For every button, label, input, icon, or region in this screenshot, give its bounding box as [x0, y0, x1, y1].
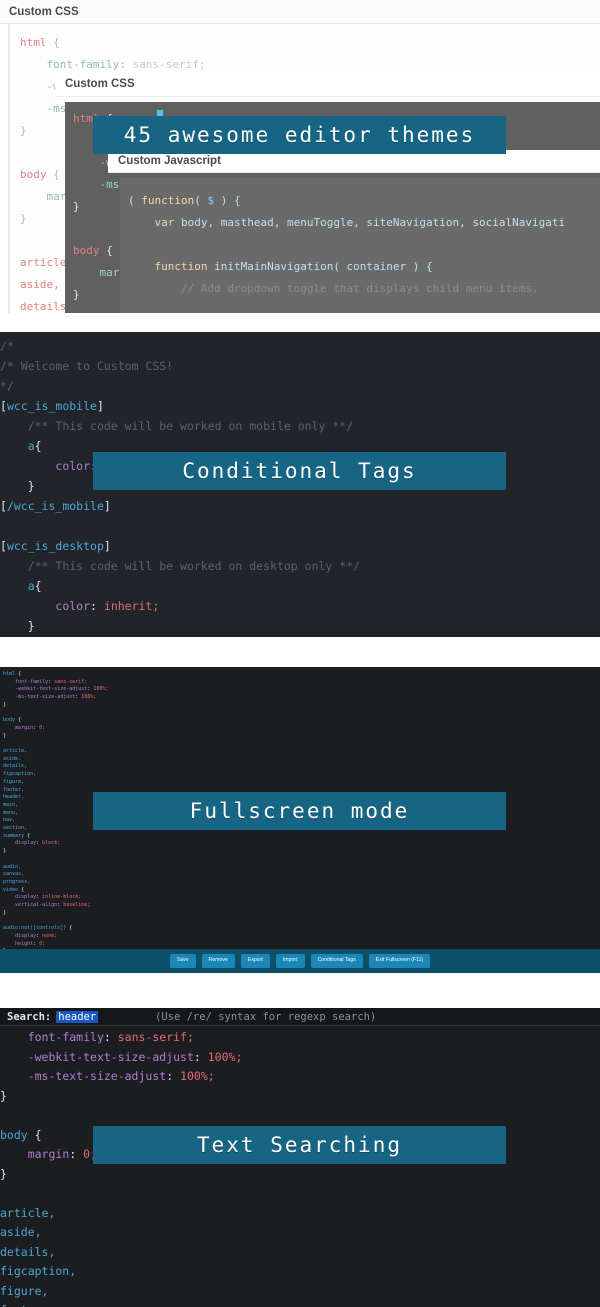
custom-css-panel-header: Custom CSS [0, 0, 600, 24]
conditional-tags-button[interactable]: Conditional Tags [310, 954, 363, 968]
banner-conditional-tags: Conditional Tags [93, 452, 506, 490]
front-editor-window: Custom Javascript ( function( $ ) { var … [108, 150, 600, 313]
custom-css-title: Custom CSS [9, 5, 79, 18]
search-editor-code[interactable]: font-family: sans-serif; -webkit-text-si… [0, 1025, 600, 1307]
mid-editor-title: Custom CSS [65, 78, 135, 90]
search-label: Search: [7, 1010, 52, 1023]
custom-javascript-title: Custom Javascript [118, 155, 221, 167]
export-button[interactable]: Export [240, 954, 270, 968]
exit-fullscreen-button[interactable]: Exit Fullscreen (F11) [368, 954, 431, 968]
mid-editor-header: Custom CSS [55, 72, 600, 97]
save-button[interactable]: Save [169, 954, 196, 968]
search-bar[interactable]: Search: header (Use /re/ syntax for rege… [0, 1008, 600, 1026]
banner-editor-themes: 45 awesome editor themes [93, 116, 506, 154]
fullscreen-toolbar: Save Remove Export Import Conditional Ta… [0, 949, 600, 973]
search-input[interactable]: header [56, 1010, 99, 1023]
banner-fullscreen-mode: Fullscreen mode [93, 792, 506, 830]
import-button[interactable]: Import [275, 954, 305, 968]
remove-button[interactable]: Remove [201, 954, 235, 968]
front-editor-code[interactable]: ( function( $ ) { var body, masthead, me… [120, 178, 600, 313]
search-hint: (Use /re/ syntax for regexp search) [155, 1010, 377, 1023]
panel-editor-themes: Custom CSS html { font-family: sans-seri… [0, 0, 600, 313]
banner-text-searching: Text Searching [93, 1126, 506, 1164]
